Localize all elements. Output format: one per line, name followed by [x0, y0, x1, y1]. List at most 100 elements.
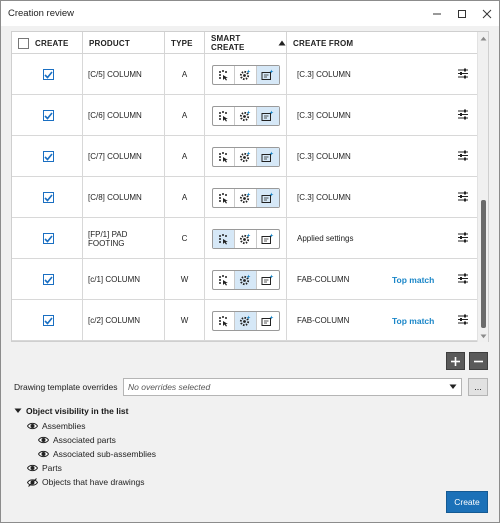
maximize-button[interactable]: [449, 1, 474, 26]
table-row[interactable]: [c/1] COLUMN W FAB-COLUMN Top match: [12, 259, 478, 300]
create-from-settings-button[interactable]: [457, 68, 469, 81]
product-cell: [C/6] COLUMN: [83, 95, 165, 136]
create-from-settings-button[interactable]: [457, 314, 469, 327]
smart-create-template-option[interactable]: [257, 312, 279, 330]
visibility-section-toggle[interactable]: Object visibility in the list: [14, 406, 129, 416]
title-bar: Creation review: [1, 1, 499, 26]
visibility-objects-with-drawings[interactable]: Objects that have drawings: [27, 477, 145, 487]
smart-create-settings-option[interactable]: [213, 65, 235, 84]
smart-create-gear-option[interactable]: [235, 147, 257, 166]
scroll-up-arrow[interactable]: [478, 32, 489, 44]
smart-create-gear-option[interactable]: [235, 65, 257, 84]
gear-icon: [239, 69, 251, 80]
smart-create-settings-option[interactable]: [213, 147, 235, 166]
table-row[interactable]: [c/2] COLUMN W FAB-COLUMN Top match: [12, 300, 478, 341]
browse-button[interactable]: ...: [468, 378, 488, 396]
create-from-settings-button[interactable]: [457, 150, 469, 163]
smart-create-template-option[interactable]: [256, 106, 279, 125]
smart-create-gear-option[interactable]: [234, 311, 257, 330]
visibility-associated-parts[interactable]: Associated parts: [38, 435, 116, 445]
create-from-cell[interactable]: FAB-COLUMN Top match: [287, 300, 478, 341]
create-from-settings-button[interactable]: [457, 232, 469, 245]
smart-create-gear-option[interactable]: [235, 229, 257, 248]
create-from-settings-button[interactable]: [457, 273, 469, 286]
smart-select-icon: [219, 110, 228, 121]
visibility-assemblies[interactable]: Assemblies: [27, 421, 85, 431]
drawing-template-select[interactable]: No overrides selected: [123, 378, 462, 396]
create-checkbox[interactable]: [43, 69, 54, 80]
product-cell: [c/2] COLUMN: [83, 300, 165, 341]
minimize-icon: [432, 13, 441, 14]
smart-create-cell: [205, 177, 287, 218]
create-checkbox[interactable]: [43, 192, 54, 203]
create-cell: [12, 54, 83, 95]
visibility-parts[interactable]: Parts: [27, 463, 62, 473]
smart-create-cell: [205, 136, 287, 177]
select-all-checkbox[interactable]: [18, 37, 29, 49]
smart-create-template-option[interactable]: [257, 230, 279, 248]
create-button[interactable]: Create: [446, 491, 488, 513]
create-from-cell[interactable]: [C.3] COLUMN: [287, 54, 478, 95]
gear-icon: [239, 151, 251, 162]
product-cell: [C/5] COLUMN: [83, 54, 165, 95]
top-match-label: Top match: [392, 315, 435, 326]
create-checkbox[interactable]: [43, 274, 54, 285]
smart-create-template-option[interactable]: [256, 188, 279, 207]
smart-create-settings-option[interactable]: [213, 270, 235, 289]
vertical-scrollbar[interactable]: [477, 32, 488, 342]
smart-create-template-option[interactable]: [257, 271, 279, 289]
header-create[interactable]: CREATE: [12, 32, 83, 54]
creation-review-window: Creation review CREATE PRODUCT TYPE SMAR…: [0, 0, 500, 523]
smart-create-settings-option[interactable]: [213, 188, 235, 207]
header-smart-create[interactable]: SMART CREATE: [205, 32, 287, 54]
create-checkbox[interactable]: [43, 110, 54, 121]
smart-create-gear-option[interactable]: [235, 106, 257, 125]
create-from-settings-button[interactable]: [457, 191, 469, 204]
create-from-settings-button[interactable]: [457, 109, 469, 122]
smart-create-template-option[interactable]: [256, 147, 279, 166]
scroll-down-arrow[interactable]: [478, 330, 489, 342]
gear-icon: [239, 233, 251, 244]
close-button[interactable]: [474, 1, 499, 26]
header-type[interactable]: TYPE: [165, 32, 205, 54]
chevron-down-icon: [480, 334, 487, 338]
smart-create-settings-option[interactable]: [213, 106, 235, 125]
smart-create-settings-option[interactable]: [212, 229, 235, 248]
create-from-value: FAB-COLUMN: [297, 275, 350, 284]
template-icon: [261, 192, 274, 203]
smart-create-toggle: [211, 64, 280, 85]
visibility-associated-sub-assemblies[interactable]: Associated sub-assemblies: [38, 449, 156, 459]
header-product[interactable]: PRODUCT: [83, 32, 165, 54]
eye-icon: [27, 422, 38, 430]
product-cell: [C/7] COLUMN: [83, 136, 165, 177]
create-cell: [12, 136, 83, 177]
table-row[interactable]: [C/6] COLUMN A [C.3] COLUMN: [12, 95, 478, 136]
add-row-button[interactable]: [446, 352, 465, 370]
remove-row-button[interactable]: [469, 352, 488, 370]
smart-select-icon: [219, 315, 228, 326]
smart-create-gear-option[interactable]: [234, 270, 257, 289]
checkmark-icon: [44, 152, 53, 161]
smart-create-settings-option[interactable]: [213, 311, 235, 330]
scrollbar-thumb[interactable]: [481, 200, 486, 328]
table-row[interactable]: [C/5] COLUMN A [C.3] COLUMN: [12, 54, 478, 95]
smart-create-template-option[interactable]: [256, 65, 279, 84]
smart-create-toggle: [211, 146, 280, 167]
template-icon: [261, 274, 274, 285]
header-create-from[interactable]: CREATE FROM: [287, 32, 478, 54]
table-row[interactable]: [C/7] COLUMN A [C.3] COLUMN: [12, 136, 478, 177]
create-checkbox[interactable]: [43, 151, 54, 162]
minimize-button[interactable]: [424, 1, 449, 26]
create-from-cell[interactable]: FAB-COLUMN Top match: [287, 259, 478, 300]
table-row[interactable]: [FP/1] PAD FOOTING C Applied settings: [12, 218, 478, 259]
create-checkbox[interactable]: [43, 233, 54, 244]
smart-create-gear-option[interactable]: [235, 188, 257, 207]
create-from-cell[interactable]: [C.3] COLUMN: [287, 177, 478, 218]
create-from-cell[interactable]: [C.3] COLUMN: [287, 95, 478, 136]
table-row[interactable]: [C/8] COLUMN A [C.3] COLUMN: [12, 177, 478, 218]
create-from-cell[interactable]: [C.3] COLUMN: [287, 136, 478, 177]
create-from-cell[interactable]: Applied settings: [287, 218, 478, 259]
type-cell: W: [165, 259, 205, 300]
create-checkbox[interactable]: [43, 315, 54, 326]
type-cell: A: [165, 136, 205, 177]
